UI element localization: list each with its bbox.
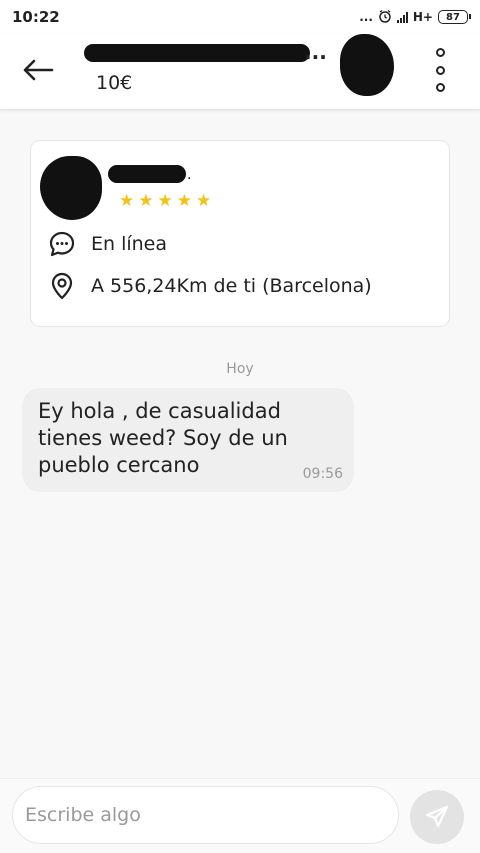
online-status-row: En línea (47, 229, 167, 259)
message-text: Ey hola , de casualidad tienes weed? Soy… (38, 399, 288, 477)
status-dots: ... (359, 10, 373, 24)
listing-title[interactable]: ... (304, 40, 327, 64)
chat-header: ... 10€ (0, 34, 480, 110)
star-icon: ★ (176, 191, 192, 211)
location-row: A 556,24Km de ti (Barcelona) (47, 271, 372, 301)
more-options-button[interactable] (428, 48, 452, 92)
back-button[interactable] (18, 54, 58, 86)
date-separator: Hoy (226, 361, 254, 377)
chat-bubble-icon (47, 229, 77, 259)
listing-image[interactable] (340, 34, 394, 96)
status-icons: ... H+ 87 (359, 9, 471, 26)
alarm-clock-icon (378, 9, 392, 26)
paper-plane-icon (425, 805, 449, 828)
listing-price: 10€ (96, 72, 133, 94)
message-input[interactable] (12, 786, 399, 844)
arrow-left-icon (23, 59, 54, 81)
send-button[interactable] (410, 790, 464, 844)
signal-icon (396, 11, 408, 23)
redacted-title (84, 44, 310, 62)
user-avatar[interactable] (40, 156, 102, 220)
redacted-user-name (108, 165, 186, 183)
star-icon: ★ (157, 191, 173, 211)
more-dot (435, 83, 445, 92)
message-bubble[interactable]: Ey hola , de casualidad tienes weed? Soy… (22, 388, 354, 492)
network-type: H+ (412, 10, 433, 24)
status-time: 10:22 (12, 8, 60, 26)
more-vertical-icon (435, 48, 445, 57)
rating-stars: ★ ★ ★ ★ ★ (119, 193, 211, 210)
map-pin-icon (47, 271, 77, 301)
message-time: 09:56 (302, 466, 343, 482)
battery-level: 87 (446, 11, 460, 23)
status-bar: 10:22 ... H+ 87 (0, 0, 480, 34)
battery-icon: 87 (438, 10, 471, 24)
composer-bar (0, 778, 480, 853)
star-icon: ★ (138, 191, 154, 211)
online-status-text: En línea (91, 233, 168, 255)
user-name-suffix: . (187, 167, 192, 183)
star-icon: ★ (196, 191, 212, 211)
more-dot (435, 65, 445, 75)
star-icon: ★ (119, 191, 135, 211)
location-text: A 556,24Km de ti (Barcelona) (91, 275, 372, 297)
profile-card[interactable]: . ★ ★ ★ ★ ★ En línea A 556,24Km de ti (B… (30, 140, 450, 327)
